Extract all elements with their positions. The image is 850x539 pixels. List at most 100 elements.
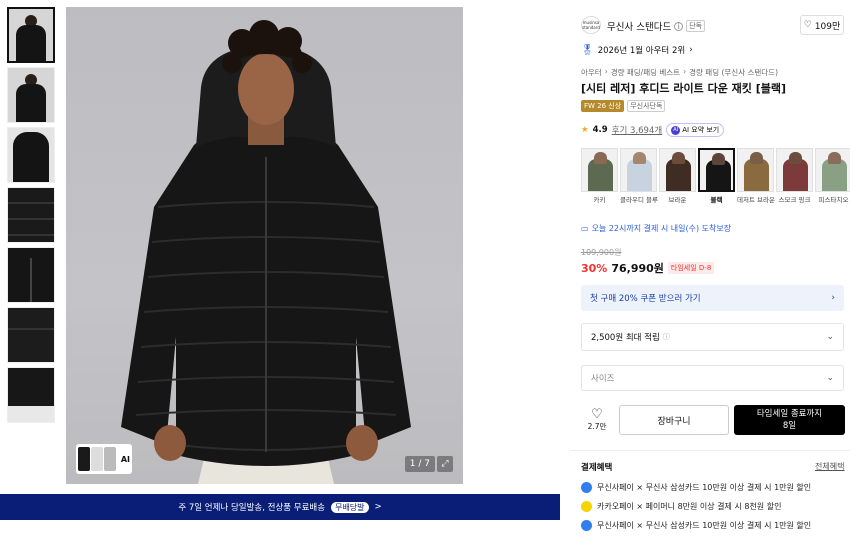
color-option[interactable]: 카키 <box>581 148 618 204</box>
benefit-item: 무신사페이 × 무신사 삼성카드 10만원 이상 결제 시 1만원 할인 <box>581 520 811 531</box>
color-label: 스모크 핑크 <box>778 196 811 204</box>
exclusive-tag: 무신사단독 <box>627 100 666 112</box>
breadcrumb-item[interactable]: 아우터 <box>581 67 602 78</box>
breadcrumb: 아우터 › 경량 패딩/패딩 베스트 › 경량 패딩 (무신사 스탠다드) <box>581 67 779 78</box>
product-tags: FW 26 신상 무신사단독 <box>581 100 666 112</box>
color-swatch-image <box>698 148 735 192</box>
thumbnail-3[interactable] <box>7 127 55 183</box>
medal-icon: 🎖 <box>581 44 594 56</box>
buy-button[interactable]: 타임세일 종료까지 8일 <box>734 405 845 435</box>
coupon-button[interactable]: 첫 구매 20% 쿠폰 받으러 가기 › <box>581 285 844 311</box>
color-option[interactable]: 피스타치오 <box>815 148 850 204</box>
rating-value: 4.9 <box>592 125 608 135</box>
delivery-text: 오늘 22시까지 결제 시 내일(수) 도착보장 <box>591 224 732 233</box>
kakaopay-icon <box>581 501 592 512</box>
thumbnail-5[interactable] <box>7 247 55 303</box>
ai-summary-button[interactable]: AI AI 요약 보기 <box>666 123 725 137</box>
color-label: 블랙 <box>710 196 723 204</box>
coupon-text: 첫 구매 20% 쿠폰 받으러 가기 <box>590 294 701 304</box>
breadcrumb-item[interactable]: 경량 패딩/패딩 베스트 <box>611 67 680 78</box>
final-price: 76,990원 <box>611 262 664 275</box>
benefit-text: 무신사페이 × 무신사 삼성카드 10만원 이상 결제 시 1만원 할인 <box>597 521 812 530</box>
reviews-link[interactable]: 후기 3,694개 <box>612 124 663 136</box>
thumbnail-2[interactable] <box>7 67 55 123</box>
buy-line1: 타임세일 종료까지 <box>756 409 823 419</box>
view-all-benefits-link[interactable]: 전체혜택 <box>815 461 844 472</box>
info-icon[interactable]: ⓘ <box>663 332 670 342</box>
color-label: 카키 <box>593 196 606 204</box>
points-text: 2,500원 최대 적립 <box>591 333 660 343</box>
benefit-item: 카카오페이 × 페이머니 8만원 이상 결제 시 8천원 할인 <box>581 501 781 512</box>
points-dropdown[interactable]: 2,500원 최대 적립 ⓘ ⌄ <box>581 323 844 351</box>
promo-text: 주 7일 언제나 당일발송, 전상품 무료배송 <box>178 503 326 513</box>
breadcrumb-item[interactable]: 경량 패딩 (무신사 스탠다드) <box>689 67 778 78</box>
promo-banner[interactable]: 주 7일 언제나 당일발송, 전상품 무료배송 무배당발 > <box>0 494 560 520</box>
benefit-text: 무신사페이 × 무신사 삼성카드 10만원 이상 결제 시 1만원 할인 <box>597 483 812 492</box>
info-icon[interactable]: i <box>674 21 684 31</box>
ai-try-on-widget[interactable]: AI <box>76 444 132 474</box>
thumbnail-4[interactable] <box>7 187 55 243</box>
expand-icon[interactable]: ⤢ <box>437 456 453 472</box>
benefit-item: 무신사페이 × 무신사 삼성카드 10만원 이상 결제 시 1만원 할인 <box>581 482 811 493</box>
color-label: 브라운 <box>668 196 687 204</box>
color-option[interactable]: 데저트 브라운 <box>737 148 775 204</box>
price-row: 30% 76,990원 타임세일 D-8 <box>581 260 715 276</box>
thumbnail-7[interactable] <box>7 367 55 423</box>
ai-summary-label: AI 요약 보기 <box>682 126 720 134</box>
brand-like-count: 109만 <box>814 21 841 32</box>
ai-label: AI <box>120 454 130 464</box>
original-price: 109,900원 <box>581 248 622 257</box>
color-option[interactable]: 브라운 <box>659 148 696 204</box>
color-option[interactable]: 스모크 핑크 <box>776 148 813 204</box>
delivery-info: ▭ 오늘 22시까지 결제 시 내일(수) 도착보장 <box>581 223 731 234</box>
ai-icon: AI <box>671 125 681 135</box>
heart-icon: ♡ <box>803 20 812 30</box>
size-select[interactable]: 사이즈 ⌄ <box>581 365 844 391</box>
color-swatch-image <box>659 148 696 192</box>
product-title: [시티 레저] 후디드 라이트 다운 재킷 [블랙] <box>581 82 787 95</box>
product-main-image[interactable]: AI 1 / 7 ⤢ <box>66 7 463 484</box>
benefit-text: 카카오페이 × 페이머니 8만원 이상 결제 시 8천원 할인 <box>597 502 782 511</box>
add-to-cart-button[interactable]: 장바구니 <box>619 405 729 435</box>
card-icon <box>581 520 592 531</box>
wish-count: 2.7만 <box>587 422 607 431</box>
chevron-down-icon: ⌄ <box>826 332 834 342</box>
brand-like-button[interactable]: ♡ 109만 <box>800 15 844 35</box>
chevron-right-icon: › <box>689 45 693 55</box>
thumbnail-1[interactable] <box>7 7 55 63</box>
color-option[interactable]: 클라우디 블루 <box>620 148 658 204</box>
wish-button[interactable]: ♡ 2.7만 <box>581 405 613 435</box>
promo-tag: 무배당발 <box>331 501 369 513</box>
color-label: 피스타치오 <box>818 196 849 204</box>
discount-rate: 30% <box>581 261 608 275</box>
truck-icon: ▭ <box>581 224 589 233</box>
ranking-link[interactable]: 🎖 2026년 1월 아우터 2위 › <box>581 44 693 57</box>
heart-icon: ♡ <box>591 407 603 422</box>
color-swatch-image <box>815 148 850 192</box>
timesale-badge: 타임세일 D-8 <box>667 262 715 274</box>
thumbnail-6[interactable] <box>7 307 55 363</box>
thumb-figure-body <box>16 25 46 61</box>
color-swatch-image <box>620 148 657 192</box>
brand-row[interactable]: 무신사 스탠다드 i 단독 <box>607 19 706 33</box>
size-placeholder: 사이즈 <box>591 374 615 384</box>
card-icon <box>581 482 592 493</box>
color-label: 클라우디 블루 <box>620 196 658 204</box>
color-option[interactable]: 블랙 <box>698 148 735 204</box>
brand-logo[interactable]: musinsa standard <box>581 16 601 34</box>
model-face <box>238 53 294 125</box>
chevron-right-icon: > <box>374 502 382 512</box>
color-label: 데저트 브라운 <box>737 196 775 204</box>
color-swatch-image <box>776 148 813 192</box>
rating-row: ★ 4.9 후기 3,694개 AI AI 요약 보기 <box>581 123 725 137</box>
chevron-down-icon: ⌄ <box>826 373 834 383</box>
benefits-title: 결제혜택 <box>581 463 613 473</box>
brand-name[interactable]: 무신사 스탠다드 <box>607 19 671 33</box>
color-swatch-image <box>737 148 774 192</box>
divider <box>570 450 850 451</box>
color-options: 카키 클라우디 블루 브라운 블랙 데저트 브라운 스모크 핑크 피스타치오 <box>581 148 850 204</box>
season-tag: FW 26 신상 <box>581 100 625 112</box>
model-illustration <box>121 20 411 484</box>
image-counter: 1 / 7 <box>404 456 435 472</box>
color-swatch-image <box>581 148 618 192</box>
